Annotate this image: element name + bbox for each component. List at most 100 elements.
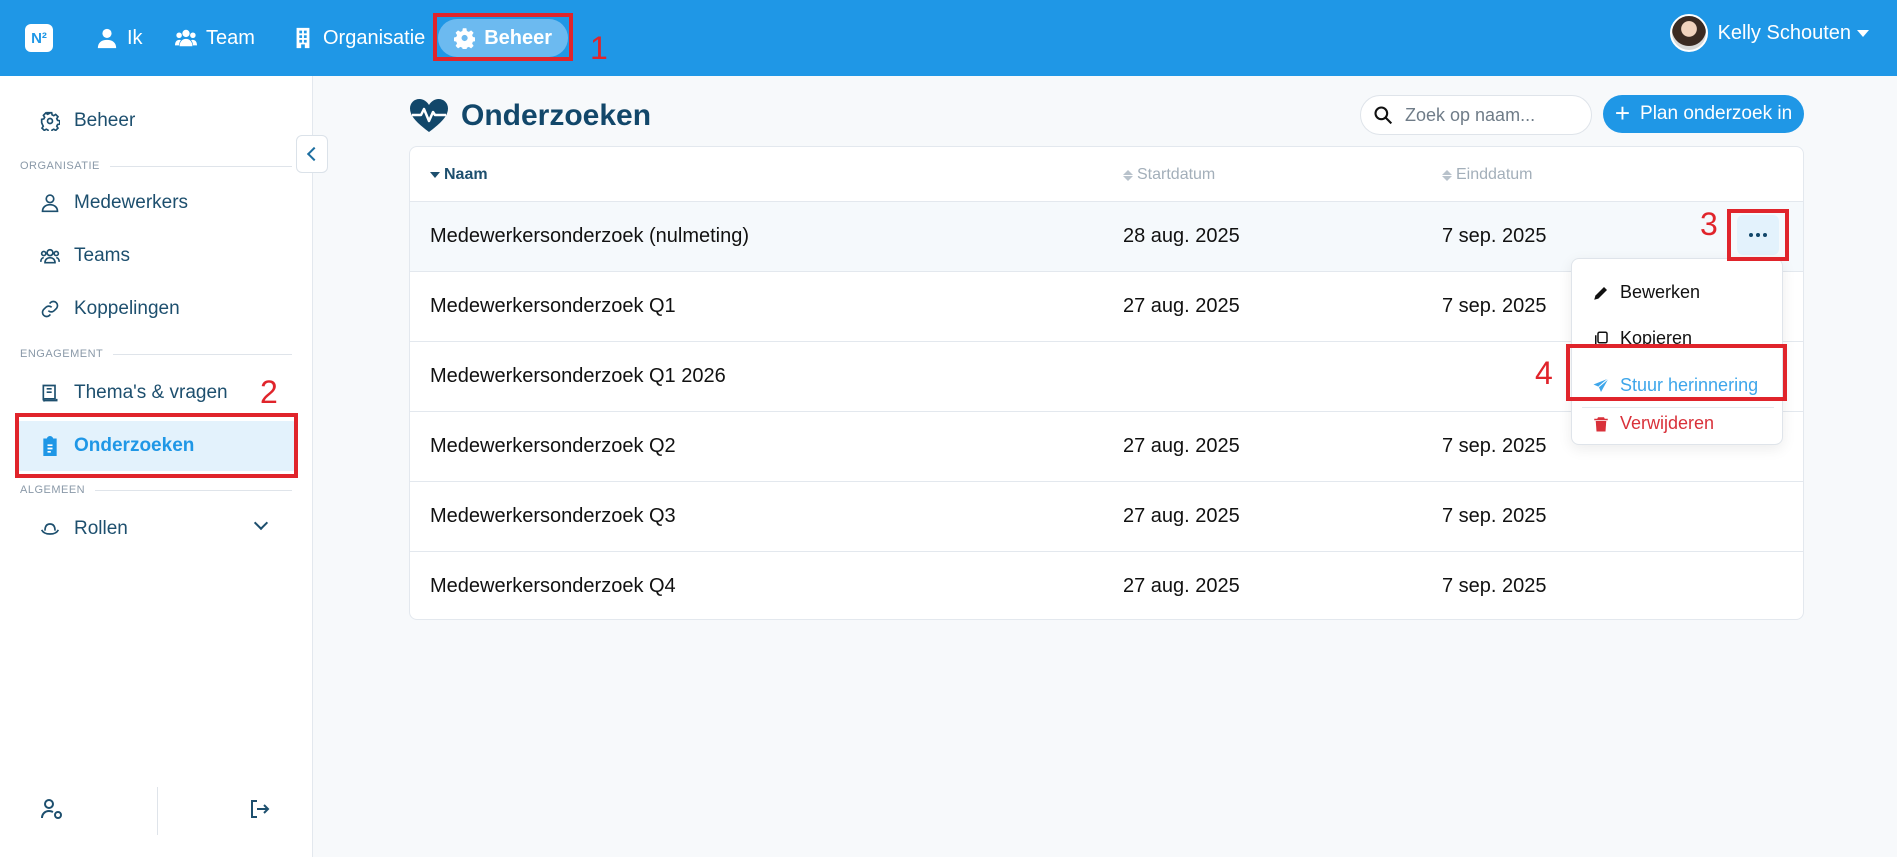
page-title-text: Onderzoeken	[461, 99, 652, 132]
top-navigation-bar: N² Ik Team Organisatie Beheer Kelly Scho…	[0, 0, 1897, 76]
logout-icon[interactable]	[247, 797, 271, 821]
annotation-number: 2	[260, 374, 278, 410]
sidebar-item-label: Thema's & vragen	[74, 382, 228, 403]
app-logo[interactable]: N²	[25, 24, 53, 52]
cell-name: Medewerkersonderzoek Q1 2026	[430, 365, 726, 387]
page-title: Onderzoeken	[409, 98, 651, 134]
sort-icon	[1123, 169, 1133, 181]
chevron-left-icon	[306, 146, 322, 162]
divider	[157, 787, 158, 835]
cell-start: 27 aug. 2025	[1123, 575, 1240, 597]
menu-item-stuur-herinnering[interactable]: Stuur herinnering	[1592, 375, 1758, 396]
hat-icon	[40, 523, 60, 535]
sort-desc-icon	[430, 172, 440, 178]
column-header-startdatum[interactable]: Startdatum	[1123, 166, 1215, 184]
nav-item-beheer[interactable]: Beheer	[438, 19, 568, 57]
annotation-number: 1	[590, 30, 608, 66]
sidebar-item-label: Onderzoeken	[74, 435, 195, 456]
nav-item-ik[interactable]: Ik	[80, 19, 159, 57]
search-input[interactable]	[1405, 104, 1575, 126]
nav-item-label: Ik	[127, 26, 143, 49]
cell-start: 27 aug. 2025	[1123, 435, 1240, 457]
user-settings-icon[interactable]	[40, 797, 64, 821]
search-box[interactable]	[1360, 95, 1592, 135]
column-header-naam[interactable]: Naam	[430, 166, 488, 184]
table-row[interactable]: Medewerkersonderzoek Q4 27 aug. 2025 7 s…	[410, 552, 1803, 622]
nav-item-label: Organisatie	[323, 26, 426, 49]
link-icon	[41, 300, 59, 318]
cell-start: 27 aug. 2025	[1123, 295, 1240, 317]
annotation-number: 4	[1535, 355, 1553, 391]
book-icon	[42, 384, 58, 402]
cell-name: Medewerkersonderzoek Q3	[430, 505, 676, 527]
menu-divider	[1582, 407, 1774, 408]
section-label-engagement: ENGAGEMENT	[20, 348, 292, 360]
sidebar-item-medewerkers[interactable]: Medewerkers	[16, 178, 296, 228]
cell-name: Medewerkersonderzoek Q1	[430, 295, 676, 317]
gear-icon	[454, 28, 476, 49]
row-actions-button[interactable]	[1737, 215, 1779, 255]
cell-end: 7 sep. 2025	[1442, 295, 1547, 317]
heart-pulse-icon	[410, 99, 448, 132]
nav-item-label: Beheer	[484, 26, 552, 49]
cell-name: Medewerkersonderzoek (nulmeting)	[430, 225, 750, 247]
clipboard-icon	[43, 436, 57, 456]
sidebar-item-koppelingen[interactable]: Koppelingen	[16, 284, 296, 334]
sidebar-item-label: Koppelingen	[74, 298, 180, 319]
sidebar-item-label: Teams	[74, 245, 130, 266]
more-dots-icon	[1749, 233, 1753, 237]
caret-down-icon	[1857, 29, 1869, 37]
users-icon	[40, 248, 60, 264]
menu-item-verwijderen[interactable]: Verwijderen	[1592, 413, 1714, 434]
copy-icon	[1595, 331, 1608, 346]
cell-end: 7 sep. 2025	[1442, 505, 1547, 527]
annotation-number: 3	[1700, 206, 1718, 242]
user-icon	[41, 194, 59, 213]
column-header-einddatum[interactable]: Einddatum	[1442, 166, 1533, 184]
user-icon	[97, 28, 117, 49]
sidebar-item-label: Beheer	[74, 110, 136, 131]
user-name: Kelly Schouten	[1717, 21, 1851, 44]
plan-button-label: Plan onderzoek in	[1640, 103, 1793, 124]
sidebar-item-onderzoeken[interactable]: Onderzoeken	[16, 421, 296, 471]
nav-item-team[interactable]: Team	[159, 19, 271, 57]
cell-end: 7 sep. 2025	[1442, 435, 1547, 457]
gear-icon	[40, 111, 60, 131]
nav-item-organisatie[interactable]: Organisatie	[276, 19, 441, 57]
sidebar-item-rollen[interactable]: Rollen	[16, 504, 296, 554]
section-label-organisatie: ORGANISATIE	[20, 160, 292, 172]
row-actions-menu: Bewerken Kopieren Stuur herinnering Verw…	[1571, 258, 1783, 445]
user-menu[interactable]: Kelly Schouten	[1669, 14, 1869, 52]
sidebar-item-themas-vragen[interactable]: Thema's & vragen	[16, 368, 296, 418]
trash-icon	[1594, 416, 1608, 431]
search-icon	[1374, 106, 1393, 125]
table-row[interactable]: Medewerkersonderzoek Q3 27 aug. 2025 7 s…	[410, 482, 1803, 552]
pencil-icon	[1594, 286, 1607, 300]
sidebar-item-teams[interactable]: Teams	[16, 231, 296, 281]
sidebar-collapse-button[interactable]	[296, 135, 328, 173]
sidebar-footer	[0, 787, 313, 857]
avatar	[1669, 14, 1708, 52]
chevron-down-icon	[253, 515, 269, 531]
sidebar-item-label: Rollen	[74, 518, 128, 539]
sidebar-item-beheer[interactable]: Beheer	[16, 96, 296, 146]
users-icon	[175, 29, 197, 47]
plan-onderzoek-button[interactable]: + Plan onderzoek in	[1603, 95, 1804, 133]
cell-start: 28 aug. 2025	[1123, 225, 1240, 247]
cell-name: Medewerkersonderzoek Q4	[430, 575, 676, 597]
sidebar: Beheer ORGANISATIE Medewerkers Teams Kop…	[0, 76, 313, 857]
cell-end: 7 sep. 2025	[1442, 225, 1547, 247]
menu-item-kopieren[interactable]: Kopieren	[1592, 328, 1692, 349]
cell-name: Medewerkersonderzoek Q2	[430, 435, 676, 457]
nav-item-label: Team	[206, 26, 255, 49]
plus-icon: +	[1614, 97, 1631, 128]
section-label-algemeen: ALGEMEEN	[20, 484, 292, 496]
sort-icon	[1442, 169, 1452, 181]
building-icon	[296, 27, 310, 49]
menu-item-bewerken[interactable]: Bewerken	[1592, 282, 1700, 303]
table-header: Naam Startdatum Einddatum	[410, 147, 1803, 202]
cell-end: 7 sep. 2025	[1442, 575, 1547, 597]
sidebar-item-label: Medewerkers	[74, 192, 189, 213]
paper-plane-icon	[1593, 377, 1609, 392]
cell-start: 27 aug. 2025	[1123, 505, 1240, 527]
